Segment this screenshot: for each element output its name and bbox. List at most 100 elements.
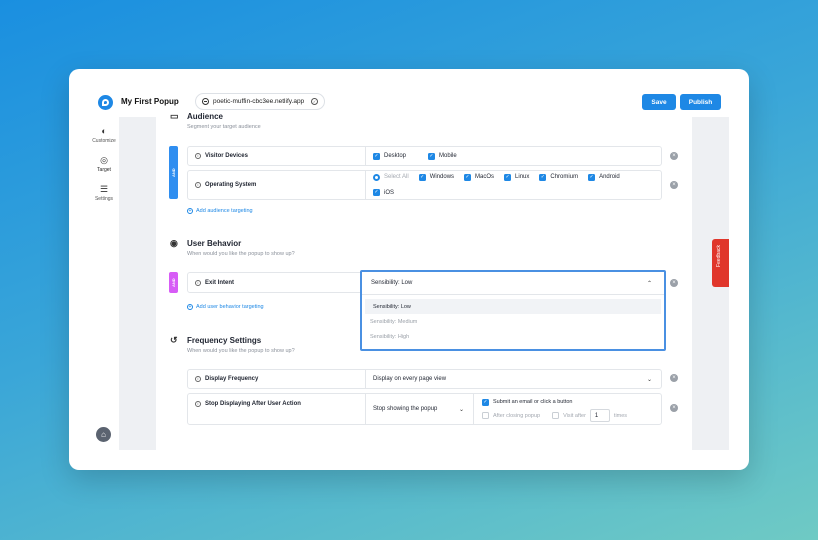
checkbox-checked-icon: ✓ — [428, 152, 436, 160]
info-icon: i — [195, 401, 201, 407]
history-icon: ↺ — [170, 335, 178, 345]
checkbox-unchecked-icon — [482, 412, 489, 419]
display-frequency-value: Display on every page view — [373, 376, 447, 382]
frequency-title-text: Frequency Settings — [187, 336, 262, 345]
visit-after-input[interactable]: 1 — [589, 409, 610, 422]
visitor-devices-label-text: Visitor Devices — [205, 153, 248, 159]
operating-system-label-text: Operating System — [205, 182, 257, 188]
site-url-pill[interactable]: poetic-muffin-cbc3ee.netlify.app ✓ — [195, 93, 325, 110]
operating-system-row: i Operating System Select All ✓ Windows ✓… — [187, 170, 662, 200]
checkbox-chromium[interactable]: ✓ Chromium — [539, 173, 579, 181]
remove-exit-intent-button[interactable]: × — [670, 279, 678, 287]
exit-intent-label: i Exit Intent — [188, 273, 364, 292]
feedback-tab[interactable]: Feedback — [712, 239, 729, 287]
sidebar-item-label: Customize — [92, 138, 116, 144]
display-frequency-label-text: Display Frequency — [205, 376, 259, 382]
info-icon: i — [195, 376, 201, 382]
add-user-behavior-targeting-link[interactable]: + Add user behavior targeting — [187, 304, 264, 310]
chevron-down-icon: ⌄ — [646, 376, 652, 383]
toolbox-button[interactable]: ⌂ — [96, 427, 111, 442]
exit-intent-selected-value: Sensibility: Low — [371, 280, 413, 286]
checkbox-label: MacOs — [475, 174, 495, 181]
checkbox-checked-icon: ✓ — [504, 173, 512, 181]
dropdown-option-medium[interactable]: Sensibility: Medium — [362, 314, 664, 329]
radio-label: Select All — [384, 174, 409, 181]
checkbox-label: Submit an email or click a button — [493, 399, 573, 405]
secondary-conditions: After closing popup Visit after 1 times — [482, 408, 661, 423]
chevron-up-icon: ⌃ — [646, 280, 652, 287]
user-behavior-title: ◉ User Behavior — [170, 238, 241, 249]
info-icon: i — [195, 279, 201, 286]
checkbox-label: Android — [599, 174, 620, 181]
dropdown-option-high[interactable]: Sensibility: High — [362, 329, 664, 344]
add-audience-targeting-link[interactable]: + Add audience targeting — [187, 208, 253, 214]
frequency-subtitle: When would you like the popup to show up… — [187, 348, 295, 354]
sidebar-item-customize[interactable]: ◐ Customize — [87, 126, 121, 145]
checkbox-windows[interactable]: ✓ Windows — [418, 173, 455, 181]
display-frequency-label: i Display Frequency — [188, 370, 366, 388]
audience-title-text: Audience — [187, 112, 224, 121]
info-icon: i — [195, 182, 201, 188]
cursor-target-icon: ◉ — [170, 238, 178, 248]
checkbox-macos[interactable]: ✓ MacOs — [464, 173, 495, 181]
sidebar-item-label: Target — [97, 167, 111, 173]
remove-visitor-devices-button[interactable]: × — [670, 152, 678, 160]
add-audience-targeting-label: Add audience targeting — [196, 208, 253, 214]
checkbox-label: Chromium — [550, 174, 579, 181]
dropdown-option-low[interactable]: Sensibility: Low — [365, 299, 661, 314]
remove-stop-displaying-button[interactable]: × — [670, 404, 678, 412]
publish-button[interactable]: Publish — [680, 94, 721, 110]
sidebar-item-label: Settings — [94, 196, 114, 202]
stop-displaying-label: i Stop Displaying After User Action — [188, 394, 366, 424]
remove-operating-system-button[interactable]: × — [670, 181, 678, 189]
sidebar-item-settings[interactable]: ☰ Settings — [87, 185, 121, 203]
and-tag: AND — [169, 146, 178, 199]
exit-intent-dropdown[interactable]: Sensibility: Low ⌃ Sensibility: Low Sens… — [360, 270, 666, 351]
exit-intent-select[interactable]: Sensibility: Low ⌃ — [362, 272, 664, 295]
checkbox-checked-icon: ✓ — [373, 152, 380, 160]
checkbox-unchecked-icon — [552, 412, 560, 419]
app-logo-icon — [98, 95, 113, 110]
checkbox-linux[interactable]: ✓ Linux — [504, 173, 530, 181]
display-frequency-select[interactable]: Display on every page view ⌄ — [366, 370, 661, 388]
feedback-label: Feedback — [716, 245, 722, 267]
checkbox-ios[interactable]: ✓ iOS — [373, 189, 395, 197]
checkbox-checked-icon: ✓ — [588, 173, 596, 181]
audience-icon: ▭ — [170, 111, 179, 121]
display-frequency-row: i Display Frequency Display on every pag… — [187, 369, 662, 389]
stop-conditions: ✓ Submit an email or click a button Afte… — [474, 394, 661, 424]
chevron-down-icon: ⌄ — [458, 406, 464, 413]
checkbox-submit-email[interactable]: ✓ Submit an email or click a button — [482, 396, 572, 408]
checkbox-label: iOS — [384, 189, 395, 196]
app-title: My First Popup — [121, 97, 179, 106]
select-all-radio[interactable]: Select All — [373, 173, 409, 181]
contrast-icon: ◐ — [101, 126, 107, 136]
checkbox-label: Visit after — [563, 412, 586, 419]
checkbox-label: After closing popup — [493, 412, 541, 419]
checkbox-visit-after[interactable]: Visit after — [552, 412, 586, 419]
toolbox-icon: ⌂ — [101, 430, 106, 439]
checkbox-label: Windows — [429, 174, 455, 181]
stop-displaying-select[interactable]: Stop showing the popup ⌄ — [366, 394, 474, 424]
exit-intent-row: i Exit Intent — [187, 272, 365, 293]
verified-icon: ✓ — [311, 98, 318, 105]
exit-intent-label-text: Exit Intent — [205, 279, 235, 286]
checkbox-mobile[interactable]: ✓ Mobile — [428, 152, 457, 160]
checkbox-checked-icon: ✓ — [373, 189, 380, 197]
checkbox-after-closing[interactable]: After closing popup — [482, 412, 540, 419]
stop-displaying-label-text: Stop Displaying After User Action — [205, 401, 301, 407]
sidebar-item-target[interactable]: ◎ Target — [87, 156, 121, 174]
globe-icon — [202, 98, 209, 105]
checkbox-label: Linux — [515, 174, 530, 181]
checkbox-desktop[interactable]: ✓ Desktop — [373, 152, 406, 160]
checkbox-label: Mobile — [439, 153, 457, 159]
visitor-devices-row: i Visitor Devices ✓ Desktop ✓ Mobile — [187, 146, 662, 166]
user-behavior-subtitle: When would you like the popup to show up… — [187, 251, 295, 257]
checkbox-android[interactable]: ✓ Android — [588, 173, 620, 181]
visitor-devices-options: ✓ Desktop ✓ Mobile — [366, 147, 457, 165]
audience-subtitle: Segment your target audience — [187, 124, 261, 130]
add-user-behavior-targeting-label: Add user behavior targeting — [196, 304, 264, 310]
stop-displaying-value: Stop showing the popup — [373, 406, 438, 412]
save-button[interactable]: Save — [642, 94, 676, 110]
remove-display-frequency-button[interactable]: × — [670, 374, 678, 382]
